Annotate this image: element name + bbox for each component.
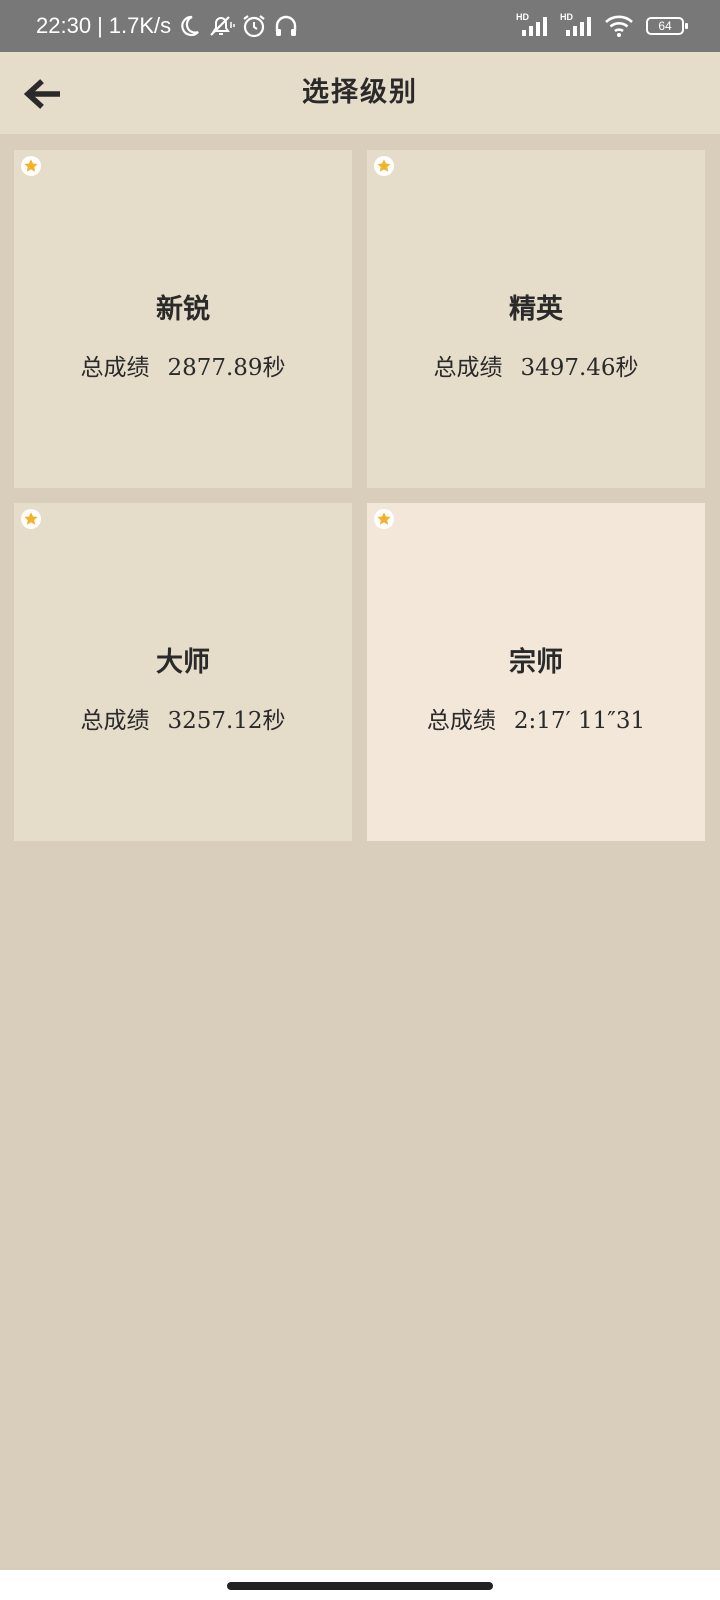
level-score: 总成绩 3257.12秒 [14, 701, 352, 735]
status-right: HD HD 64 [516, 12, 688, 38]
headphones-icon [273, 13, 299, 39]
level-card-master[interactable]: 大师 总成绩 3257.12秒 [14, 503, 352, 841]
level-name: 大师 [156, 647, 210, 678]
level-name: 精英 [509, 294, 563, 325]
alarm-icon [241, 13, 267, 39]
hd-label: HD [560, 12, 573, 22]
status-separator: | [97, 13, 103, 38]
hd-label: HD [516, 12, 529, 22]
level-card-elite[interactable]: 精英 总成绩 3497.46秒 [367, 150, 705, 488]
score-value: 2877.89秒 [167, 355, 286, 381]
score-value: 3497.46秒 [520, 355, 639, 381]
home-indicator[interactable] [227, 1582, 493, 1590]
status-bar: 22:30 | 1.7K/s HD HD 64 [0, 0, 720, 52]
level-card-rookie[interactable]: 新锐 总成绩 2877.89秒 [14, 150, 352, 488]
page-title: 选择级别 [302, 77, 418, 108]
signal-icon: HD [560, 12, 596, 38]
score-label: 总成绩 [426, 708, 496, 734]
star-icon [21, 156, 41, 176]
level-score: 总成绩 3497.46秒 [367, 348, 705, 382]
score-label: 总成绩 [80, 708, 150, 734]
star-icon [374, 156, 394, 176]
score-value: 3257.12秒 [167, 708, 286, 734]
level-name: 新锐 [156, 294, 210, 325]
star-icon [21, 509, 41, 529]
mute-icon [207, 14, 235, 38]
star-icon [374, 509, 394, 529]
moon-icon [177, 14, 201, 38]
status-time: 22:30 [36, 13, 92, 38]
signal-icon: HD [516, 12, 552, 38]
level-name: 宗师 [509, 647, 563, 678]
score-label: 总成绩 [433, 355, 503, 381]
level-card-grandmaster[interactable]: 宗师 总成绩 2:17′ 11″31 [367, 503, 705, 841]
app-bar: 选择级别 [0, 52, 720, 134]
level-score: 总成绩 2877.89秒 [14, 348, 352, 382]
battery-icon: 64 [646, 17, 688, 35]
score-label: 总成绩 [80, 355, 150, 381]
level-score: 总成绩 2:17′ 11″31 [367, 701, 705, 735]
wifi-icon [604, 14, 634, 38]
score-value: 2:17′ 11″31 [513, 708, 646, 734]
status-net-speed: 1.7K/s [108, 13, 172, 38]
status-left: 22:30 | 1.7K/s [36, 13, 299, 39]
